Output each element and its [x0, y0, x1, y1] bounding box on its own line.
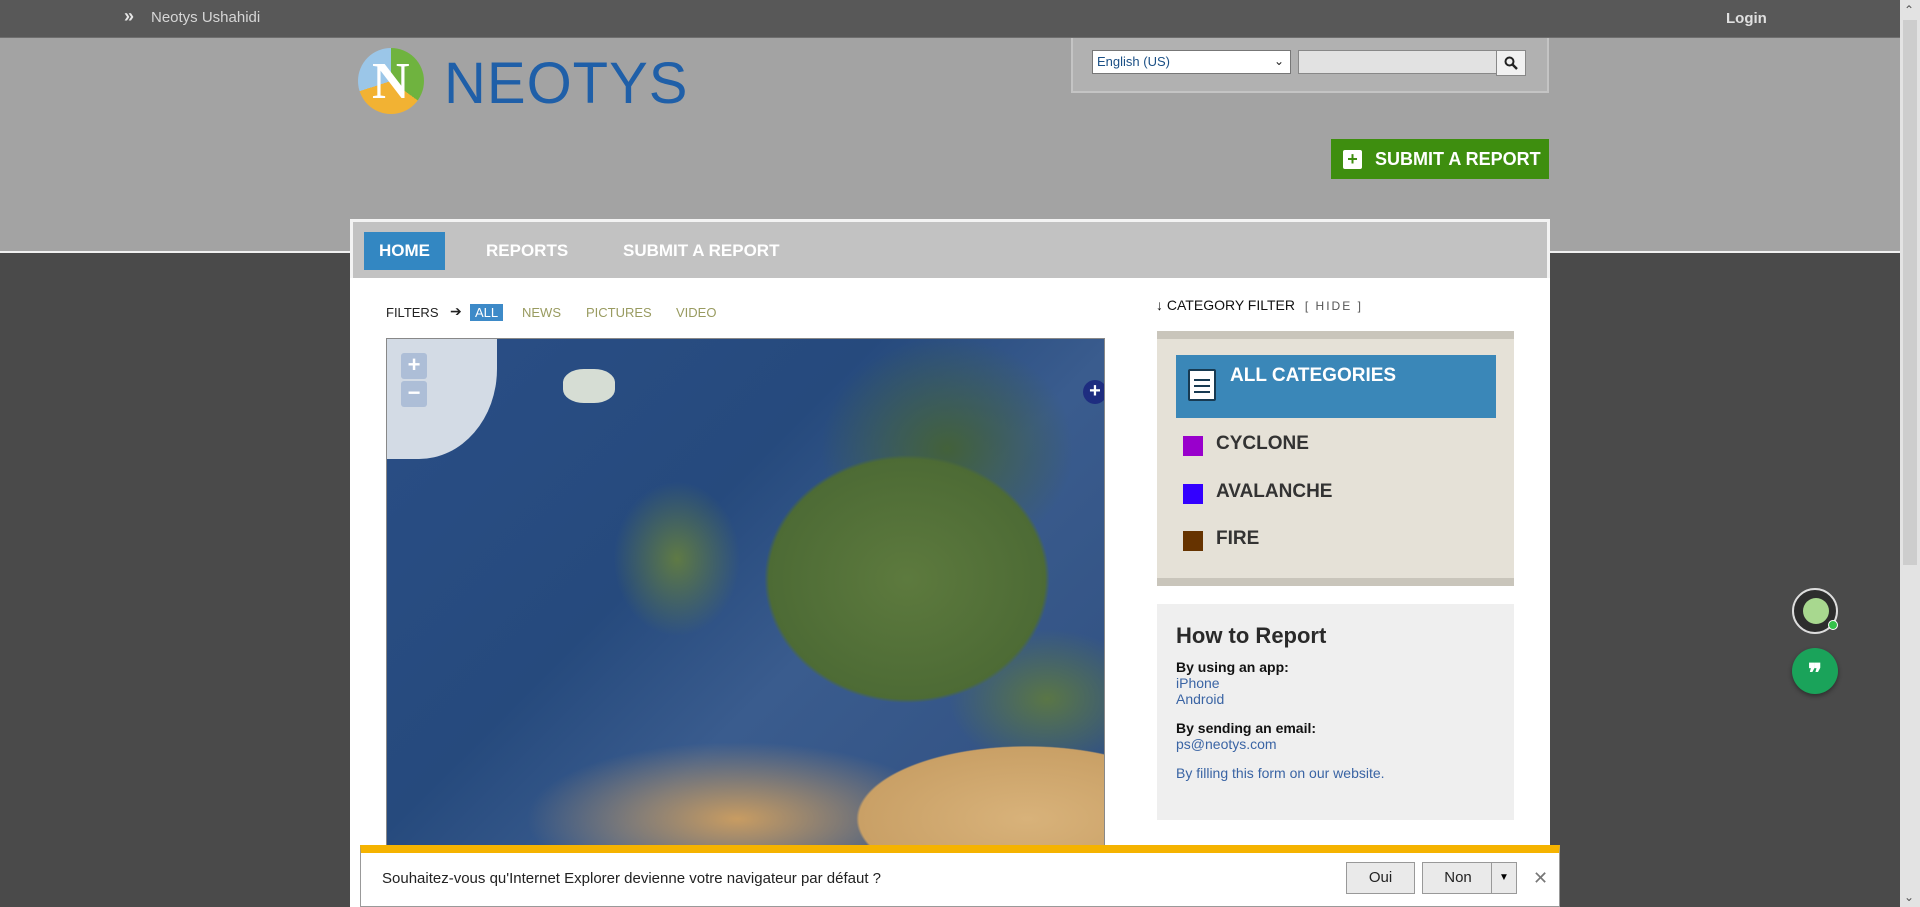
filters-label: FILTERS	[386, 305, 439, 320]
quote-icon: ❞	[1808, 658, 1822, 688]
zoom-in-button[interactable]: +	[401, 353, 427, 379]
layer-switcher-button[interactable]: +	[1083, 380, 1104, 404]
filter-news[interactable]: NEWS	[522, 305, 561, 320]
chat-avatar[interactable]	[1792, 588, 1838, 634]
main-nav: HOME REPORTS SUBMIT A REPORT	[350, 219, 1550, 278]
filter-pictures[interactable]: PICTURES	[586, 305, 652, 320]
map-terrain	[563, 369, 615, 403]
search-icon	[1504, 56, 1518, 70]
filter-video[interactable]: VIDEO	[676, 305, 716, 320]
notification-bar: Souhaitez-vous qu'Internet Explorer devi…	[360, 845, 1560, 907]
chat-button[interactable]: ❞	[1792, 648, 1838, 694]
top-bar: » Neotys Ushahidi Login	[0, 0, 1900, 38]
hide-categories-link[interactable]: [ HIDE ]	[1305, 299, 1363, 313]
email-label: By sending an email:	[1176, 720, 1317, 736]
online-status-icon	[1828, 620, 1838, 630]
login-link[interactable]: Login	[1726, 10, 1767, 27]
tab-home[interactable]: HOME	[364, 232, 445, 270]
calendar-icon	[1188, 369, 1216, 401]
main-container: HOME REPORTS SUBMIT A REPORT FILTERS ➔ A…	[350, 219, 1550, 907]
filter-all[interactable]: ALL	[470, 304, 504, 321]
mascot-icon	[1803, 598, 1829, 624]
android-link[interactable]: Android	[1176, 691, 1495, 707]
no-button[interactable]: Non	[1422, 862, 1494, 894]
plus-icon: +	[1343, 150, 1362, 169]
scroll-up-icon[interactable]: ⌃	[1904, 3, 1914, 17]
app-label: By using an app:	[1176, 659, 1289, 675]
arrow-right-icon: ➔	[450, 303, 462, 319]
neotys-logo[interactable]: N NEOTYS	[358, 46, 688, 118]
chevron-down-icon[interactable]: ▼	[1491, 862, 1517, 894]
scrollbar-thumb[interactable]	[1903, 20, 1917, 565]
category-swatch	[1183, 484, 1203, 504]
logo-mark: N	[358, 48, 424, 114]
tab-submit-report[interactable]: SUBMIT A REPORT	[608, 232, 794, 270]
notification-message: Souhaitez-vous qu'Internet Explorer devi…	[382, 870, 882, 887]
site-name-link[interactable]: Neotys Ushahidi	[151, 9, 260, 26]
email-link[interactable]: ps@neotys.com	[1176, 736, 1495, 752]
scrollbar[interactable]: ⌃ ⌄	[1900, 0, 1920, 907]
submit-report-button[interactable]: + SUBMIT A REPORT	[1331, 139, 1549, 179]
category-list: ALL CATEGORIES CYCLONE AVALANCHE FIRE	[1157, 331, 1514, 586]
tab-reports[interactable]: REPORTS	[471, 232, 583, 270]
close-icon[interactable]: ✕	[1533, 868, 1548, 889]
zoom-out-button[interactable]: −	[401, 381, 427, 407]
yes-button[interactable]: Oui	[1346, 862, 1415, 894]
scroll-down-icon[interactable]: ⌄	[1904, 890, 1914, 904]
chevron-down-icon: ⌄	[1273, 54, 1284, 68]
search-button[interactable]	[1496, 50, 1526, 76]
category-filter-title: ↓ CATEGORY FILTER	[1156, 297, 1295, 313]
how-to-report-title: How to Report	[1176, 623, 1327, 648]
form-link[interactable]: By filling this form on our website.	[1176, 765, 1495, 781]
search-panel: English (US) ⌄	[1071, 38, 1549, 93]
language-select[interactable]: English (US) ⌄	[1092, 50, 1291, 74]
iphone-link[interactable]: iPhone	[1176, 675, 1495, 691]
how-to-report-panel: How to Report By using an app: iPhone An…	[1157, 604, 1514, 820]
category-swatch	[1183, 531, 1203, 551]
category-filter-header: ↓ CATEGORY FILTER [ HIDE ]	[1156, 297, 1363, 313]
search-input[interactable]	[1298, 50, 1498, 74]
expand-icon[interactable]: »	[124, 6, 134, 27]
category-swatch	[1183, 436, 1203, 456]
category-all[interactable]: ALL CATEGORIES	[1176, 355, 1496, 418]
map[interactable]: + − +	[386, 338, 1105, 846]
logo-wordmark: NEOTYS	[444, 51, 689, 116]
